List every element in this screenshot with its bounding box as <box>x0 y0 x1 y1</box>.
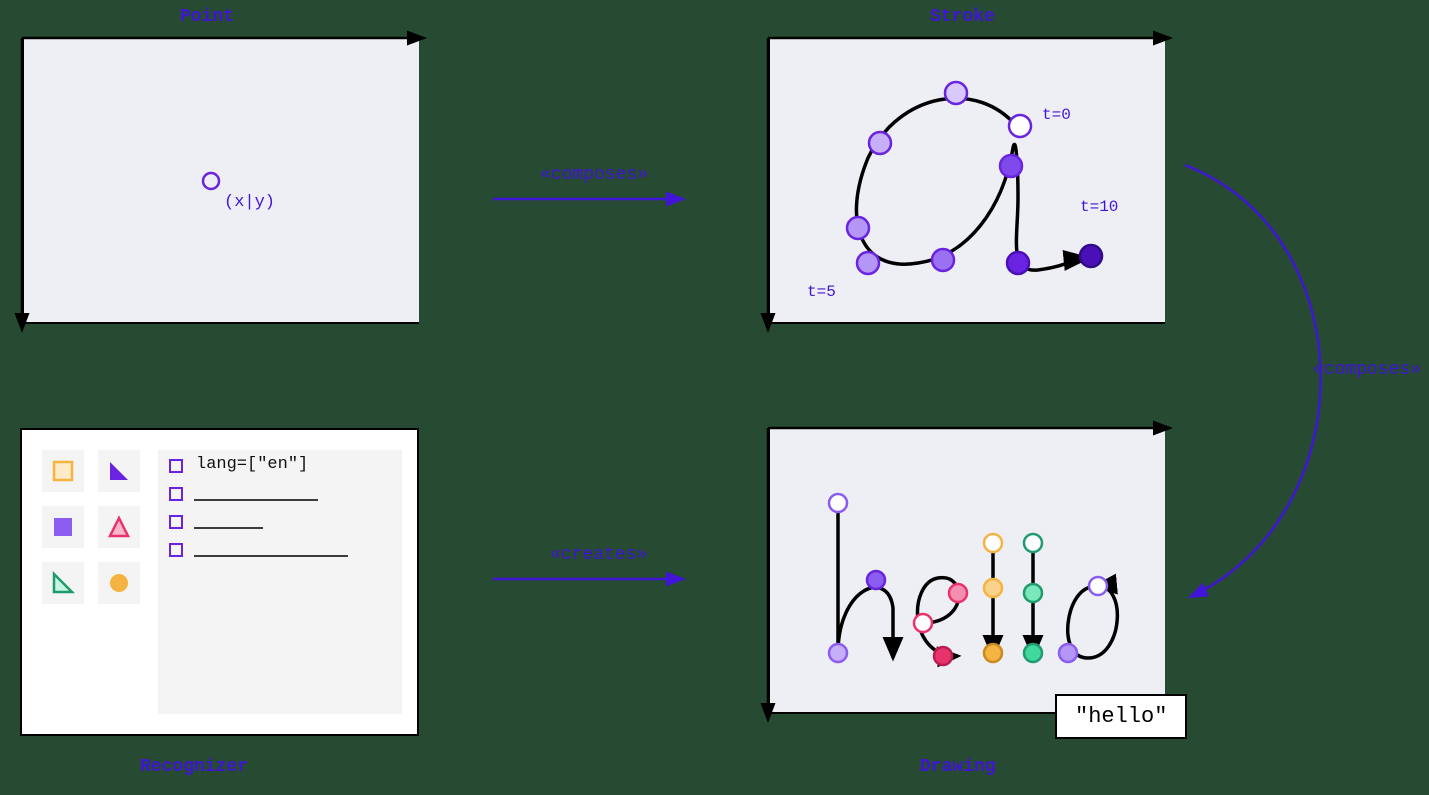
stroke-t10-label: t=10 <box>1080 198 1118 216</box>
title-stroke: Stroke <box>930 7 995 27</box>
arrow-composes-1-label: «composes» <box>540 165 648 185</box>
point-axes-icon <box>14 30 434 338</box>
arrow-creates-icon <box>493 569 693 589</box>
point-circle-icon <box>200 170 222 192</box>
arrow-creates-label: «creates» <box>550 545 647 565</box>
arrow-composes-2-label: «composes» <box>1313 360 1421 380</box>
arrow-composes-2-icon <box>1140 145 1429 625</box>
triangle-outline-green-icon <box>51 571 75 595</box>
stroke-t0-label: t=0 <box>1042 106 1071 124</box>
triangle-solid-purple-icon <box>107 459 131 483</box>
circle-solid-orange-icon <box>107 571 131 595</box>
drawing-hello-icon <box>768 428 1163 712</box>
drawing-result: "hello" <box>1055 694 1187 739</box>
title-point: Point <box>180 7 234 27</box>
triangle-outline-pink-icon <box>107 515 131 539</box>
square-solid-purple-icon <box>51 515 75 539</box>
shape-cell-triangle-solid <box>98 450 140 492</box>
shape-cell-circle-orange <box>98 562 140 604</box>
shape-cell-square-solid <box>42 506 84 548</box>
stroke-t5-label: t=5 <box>807 283 836 301</box>
arrow-composes-1-icon <box>493 189 693 209</box>
square-outline-icon <box>51 459 75 483</box>
stroke-letter-a-icon <box>768 38 1163 322</box>
title-recognizer: Recognizer <box>140 757 248 777</box>
shape-cell-square-outline <box>42 450 84 492</box>
shape-cell-triangle-green <box>42 562 84 604</box>
title-drawing: Drawing <box>920 757 996 777</box>
point-coord: (x|y) <box>224 193 275 212</box>
shape-cell-triangle-pink <box>98 506 140 548</box>
recognizer-lang: lang=["en"] <box>196 455 308 474</box>
recognizer-options-icon <box>168 458 398 608</box>
